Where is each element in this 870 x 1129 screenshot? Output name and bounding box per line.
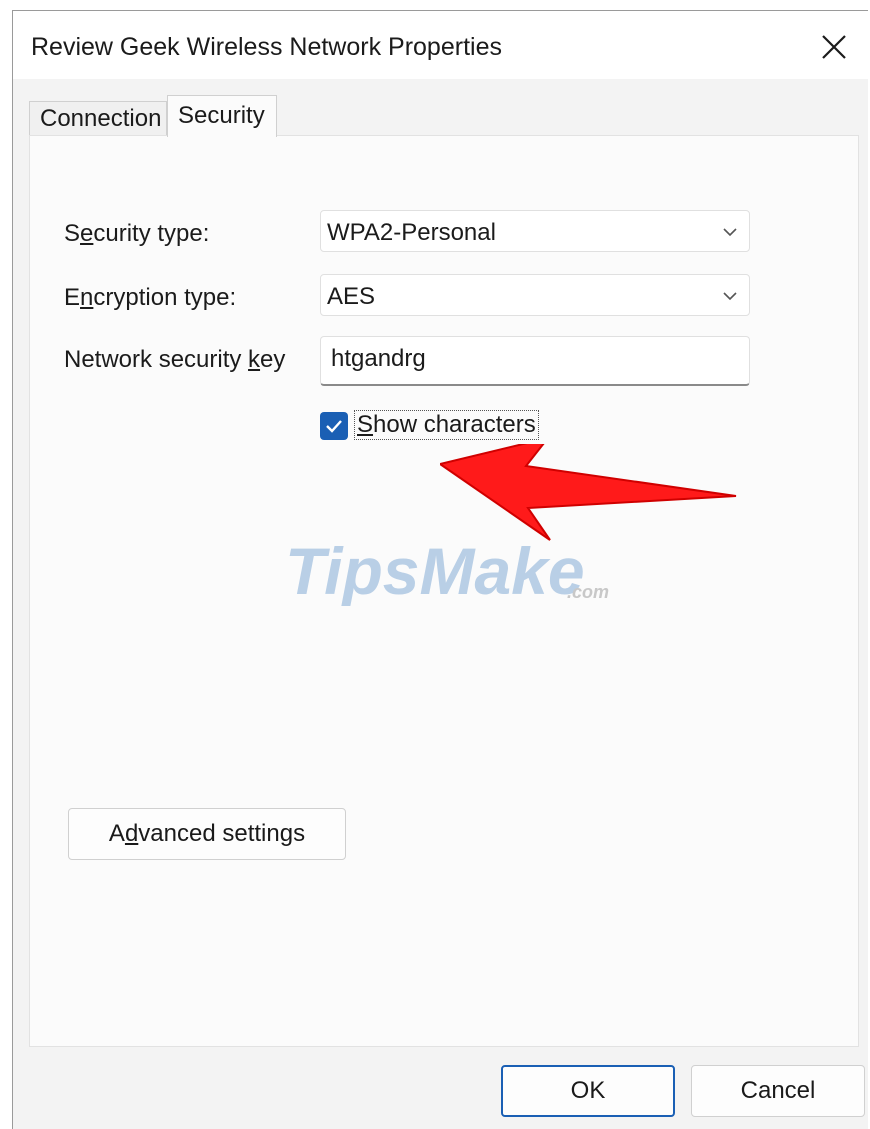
cancel-button[interactable]: Cancel [691, 1065, 865, 1117]
title-bar: Review Geek Wireless Network Properties [13, 11, 868, 79]
tipsmake-watermark: TipsMake .com [285, 536, 609, 606]
encryption-type-value: AES [327, 283, 376, 310]
advanced-settings-button[interactable]: Advanced settings [68, 808, 346, 860]
dialog-title: Review Geek Wireless Network Properties [31, 33, 502, 61]
tab-security[interactable]: Security [167, 95, 277, 137]
network-key-label: Network security key [64, 346, 286, 373]
chevron-down-icon [723, 292, 737, 301]
security-type-label: Security type: [64, 220, 210, 247]
network-key-input[interactable]: htgandrg [320, 336, 750, 386]
properties-dialog: Review Geek Wireless Network Properties … [12, 10, 868, 1129]
svg-text:.com: .com [567, 582, 609, 602]
tab-connection[interactable]: Connection [29, 101, 167, 135]
security-panel: Security type: WPA2-Personal Encryption … [29, 135, 859, 1047]
ok-button[interactable]: OK [501, 1065, 675, 1117]
show-characters-checkbox[interactable] [320, 412, 348, 440]
security-type-select[interactable]: WPA2-Personal [320, 210, 750, 252]
chevron-down-icon [723, 228, 737, 237]
svg-text:TipsMake: TipsMake [285, 536, 585, 606]
show-characters-label[interactable]: Show characters [354, 410, 539, 440]
encryption-type-select[interactable]: AES [320, 274, 750, 316]
checkmark-icon [326, 420, 342, 433]
network-key-value: htgandrg [331, 345, 426, 372]
red-arrow-annotation [440, 444, 737, 541]
encryption-type-label: Encryption type: [64, 284, 237, 311]
close-icon[interactable] [814, 27, 854, 67]
security-type-value: WPA2-Personal [327, 219, 496, 246]
